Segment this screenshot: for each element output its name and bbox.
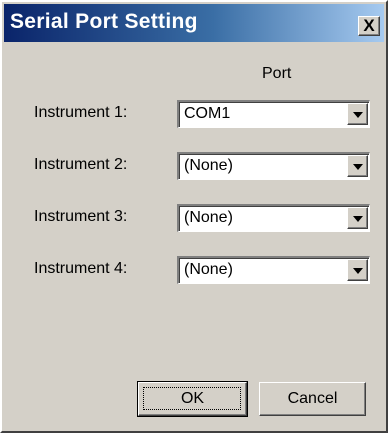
dialog-title: Serial Port Setting bbox=[10, 10, 198, 33]
instrument-4-port-select[interactable]: (None) bbox=[177, 256, 370, 284]
chevron-down-icon bbox=[353, 164, 363, 170]
cancel-button-label: Cancel bbox=[287, 390, 338, 407]
instrument-2-label: Instrument 2: bbox=[34, 156, 128, 173]
cancel-button[interactable]: Cancel bbox=[259, 382, 366, 416]
instrument-4-dropdown-button[interactable] bbox=[347, 259, 368, 281]
instrument-3-label: Instrument 3: bbox=[34, 208, 128, 225]
close-button[interactable]: X bbox=[358, 16, 380, 36]
instrument-1-dropdown-button[interactable] bbox=[347, 103, 368, 125]
instrument-1-label: Instrument 1: bbox=[34, 104, 128, 121]
chevron-down-icon bbox=[353, 112, 363, 118]
instrument-4-label: Instrument 4: bbox=[34, 260, 128, 277]
instrument-4-port-value: (None) bbox=[184, 261, 233, 278]
instrument-3-port-select[interactable]: (None) bbox=[177, 204, 370, 232]
port-column-header: Port bbox=[262, 65, 292, 82]
serial-port-setting-dialog: Serial Port Setting X Port Instrument 1:… bbox=[0, 0, 388, 433]
instrument-1-port-value: COM1 bbox=[184, 105, 231, 122]
instrument-1-port-select[interactable]: COM1 bbox=[177, 100, 370, 128]
ok-button-label: OK bbox=[180, 390, 205, 407]
instrument-2-port-select[interactable]: (None) bbox=[177, 152, 370, 180]
chevron-down-icon bbox=[353, 216, 363, 222]
instrument-3-port-value: (None) bbox=[184, 209, 233, 226]
chevron-down-icon bbox=[353, 268, 363, 274]
instrument-3-dropdown-button[interactable] bbox=[347, 207, 368, 229]
instrument-2-dropdown-button[interactable] bbox=[347, 155, 368, 177]
close-icon: X bbox=[363, 16, 375, 35]
instrument-2-port-value: (None) bbox=[184, 157, 233, 174]
ok-button[interactable]: OK bbox=[137, 381, 248, 417]
title-bar[interactable]: Serial Port Setting X bbox=[4, 4, 384, 42]
